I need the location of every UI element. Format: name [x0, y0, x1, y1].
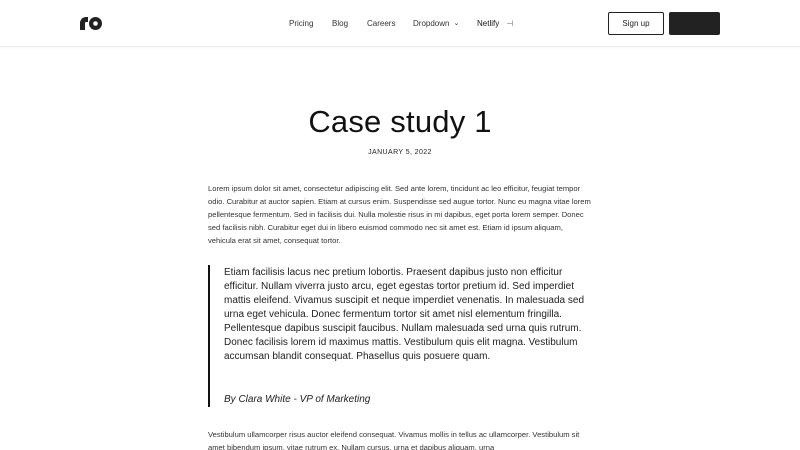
external-link-icon: ⊣	[506, 19, 514, 28]
nav-blog[interactable]: Blog	[332, 18, 348, 30]
signup-button[interactable]: Sign up	[608, 12, 664, 35]
post-date: JANUARY 5, 2022	[368, 149, 432, 156]
post-paragraph: Lorem ipsum dolor sit amet, consectetur …	[208, 184, 591, 245]
nav-dropdown[interactable]: Dropdown ⌄	[413, 18, 459, 31]
nav-dropdown-label: Dropdown	[413, 19, 450, 28]
quote-text: Etiam facilisis lacus nec pretium lobort…	[224, 267, 585, 362]
primary-action-button[interactable]	[669, 12, 720, 35]
nav-pricing[interactable]: Pricing	[289, 18, 313, 30]
quote-author: By Clara White - VP of Marketing	[224, 394, 371, 405]
chevron-down-icon: ⌄	[453, 20, 460, 27]
nav-netlify-label: Netlify	[477, 19, 500, 28]
nav-careers[interactable]: Careers	[367, 18, 395, 30]
nav-netlify[interactable]: Netlify ⊣	[477, 18, 513, 30]
post-paragraph: Vestibulum ullamcorper risus auctor elei…	[208, 430, 580, 450]
logo-icon[interactable]	[80, 17, 102, 30]
blockquote: Etiam facilisis lacus nec pretium lobort…	[208, 265, 592, 407]
page-title: Case study 1	[308, 104, 492, 139]
site-header: Pricing Blog Careers Dropdown ⌄ Netlify ⊣ …	[0, 0, 800, 47]
